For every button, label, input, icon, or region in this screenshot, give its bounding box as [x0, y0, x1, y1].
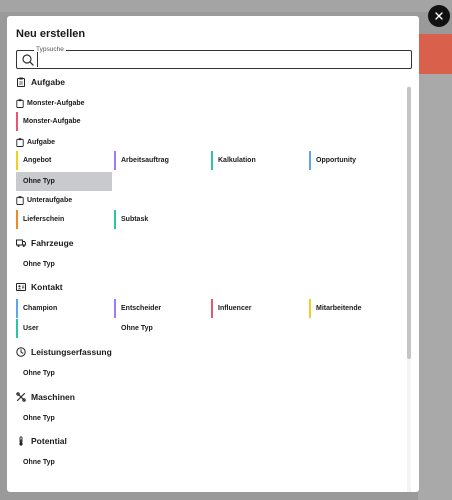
type-item-label: Mitarbeitende	[316, 305, 362, 312]
type-item-influencer[interactable]: Influencer	[211, 299, 307, 318]
type-item-entscheider[interactable]: Entscheider	[114, 299, 210, 318]
type-color-bar	[309, 151, 311, 170]
type-item-kalkulation[interactable]: Kalkulation	[211, 151, 307, 170]
close-icon	[435, 12, 443, 20]
type-color-bar	[211, 299, 213, 318]
type-color-bar	[114, 210, 116, 229]
type-color-bar	[114, 151, 116, 170]
type-item-label: Ohne Typ	[23, 261, 55, 268]
sub-heading-label: Monster-Aufgabe	[27, 100, 85, 107]
type-item-label: User	[23, 325, 39, 332]
type-item-label: Monster-Aufgabe	[23, 118, 81, 125]
type-color-bar	[16, 112, 18, 131]
section-heading-fahrzeuge: Fahrzeuge	[16, 238, 74, 248]
type-item-opportunity[interactable]: Opportunity	[309, 151, 405, 170]
contact-card-icon	[16, 283, 26, 291]
section-heading-kontakt: Kontakt	[16, 282, 63, 292]
type-color-bar	[16, 151, 18, 170]
type-item-label: Ohne Typ	[23, 415, 55, 422]
section-title-aufgabe: Aufgabe	[31, 77, 65, 87]
type-color-bar	[16, 299, 18, 318]
type-item-ohne-typ-fahrzeuge[interactable]: Ohne Typ	[16, 255, 112, 274]
backdrop-panel	[418, 74, 452, 500]
modal-title: Neu erstellen	[16, 28, 86, 40]
type-item-ohne-typ-leistungserfassung[interactable]: Ohne Typ	[16, 364, 112, 383]
type-item-label: Ohne Typ	[23, 459, 55, 466]
thermometer-icon	[19, 436, 23, 446]
type-item-label: Entscheider	[121, 305, 162, 312]
section-title-maschinen: Maschinen	[31, 392, 75, 402]
type-color-bar	[16, 210, 18, 229]
backdrop-header	[0, 0, 452, 12]
close-button[interactable]	[428, 5, 450, 27]
type-item-ohne-typ-aufgabe[interactable]: Ohne Typ	[16, 172, 112, 191]
section-title-potential: Potential	[31, 436, 67, 446]
type-item-label: Subtask	[121, 216, 149, 223]
scrollbar-thumb[interactable]	[407, 87, 411, 359]
type-item-angebot[interactable]: Angebot	[16, 151, 112, 170]
clipboard-icon	[16, 138, 24, 147]
section-title-fahrzeuge: Fahrzeuge	[31, 238, 74, 248]
type-item-ohne-typ-potential[interactable]: Ohne Typ	[16, 453, 112, 472]
type-item-champion[interactable]: Champion	[16, 299, 112, 318]
type-item-arbeitsauftrag[interactable]: Arbeitsauftrag	[114, 151, 210, 170]
type-item-label: Opportunity	[316, 157, 357, 164]
section-title-kontakt: Kontakt	[31, 282, 63, 292]
type-item-label: Ohne Typ	[23, 370, 55, 377]
type-item-label: Angebot	[23, 157, 52, 164]
sub-heading-monster-aufgabe: Monster-Aufgabe	[16, 99, 85, 108]
type-item-user[interactable]: User	[16, 319, 112, 338]
type-item-mitarbeitende[interactable]: Mitarbeitende	[309, 299, 405, 318]
section-heading-potential: Potential	[16, 436, 67, 446]
type-item-label: Ohne Typ	[121, 325, 153, 332]
type-color-bar	[16, 319, 18, 338]
section-heading-leistungserfassung: Leistungserfassung	[16, 347, 112, 357]
type-color-bar	[114, 299, 116, 318]
clipboard-icon	[16, 99, 24, 108]
type-item-monster-aufgabe[interactable]: Monster-Aufgabe	[16, 112, 112, 131]
type-item-ohne-typ-maschinen[interactable]: Ohne Typ	[16, 409, 112, 428]
sub-heading-unteraufgabe: Unteraufgabe	[16, 196, 72, 205]
search-icon	[22, 54, 34, 66]
type-item-label: Influencer	[218, 305, 252, 312]
type-item-label: Champion	[23, 305, 58, 312]
section-heading-aufgabe: Aufgabe	[16, 77, 65, 87]
sub-heading-label: Unteraufgabe	[27, 197, 73, 204]
tools-icon	[16, 392, 26, 402]
type-item-ohne-typ-kontakt[interactable]: Ohne Typ	[114, 319, 210, 338]
clipboard-icon	[16, 196, 24, 205]
clipboard-icon	[17, 77, 25, 87]
type-item-lieferschein[interactable]: Lieferschein	[16, 210, 112, 229]
type-item-label: Ohne Typ	[23, 178, 55, 185]
truck-icon	[16, 239, 26, 247]
type-item-label: Arbeitsauftrag	[121, 157, 169, 164]
type-search-field: Typsuche	[16, 45, 412, 69]
type-search-input[interactable]	[37, 52, 409, 67]
sub-heading-aufgabe: Aufgabe	[16, 138, 55, 147]
type-item-label: Kalkulation	[218, 157, 256, 164]
create-modal: Neu erstellen Typsuche Aufgabe Monster-A…	[7, 16, 419, 492]
clock-icon	[16, 347, 26, 357]
type-color-bar	[309, 299, 311, 318]
sub-heading-label: Aufgabe	[27, 139, 55, 146]
type-color-bar	[211, 151, 213, 170]
type-item-subtask[interactable]: Subtask	[114, 210, 210, 229]
section-heading-maschinen: Maschinen	[16, 392, 75, 402]
type-item-label: Lieferschein	[23, 216, 65, 223]
section-title-leistungserfassung: Leistungserfassung	[31, 347, 112, 357]
